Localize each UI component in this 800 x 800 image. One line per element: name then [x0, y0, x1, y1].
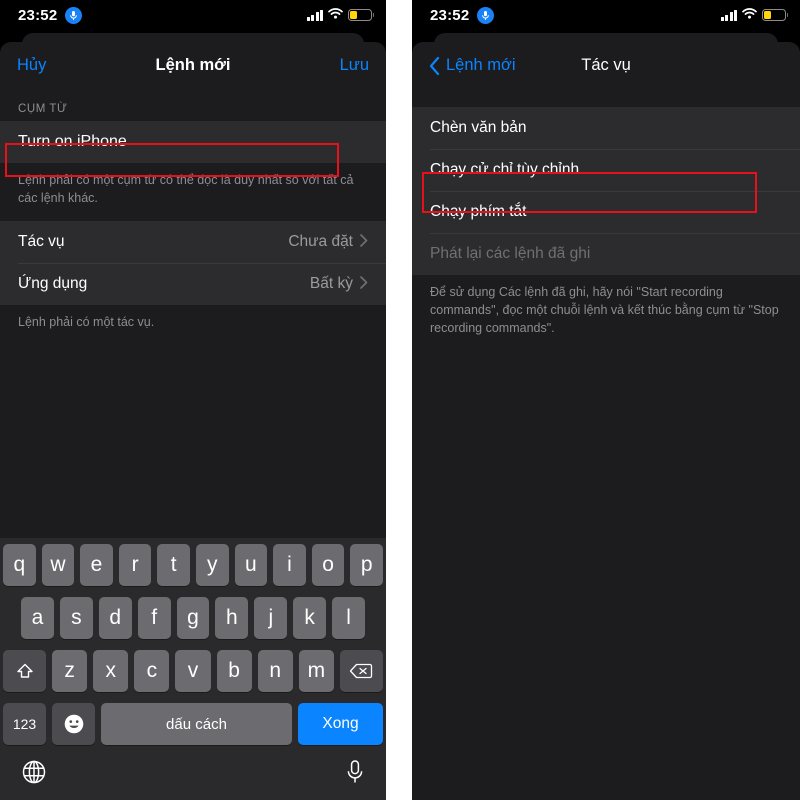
status-bar-left: 23:52: [0, 0, 386, 30]
list-item-label: Chèn văn bản: [430, 119, 527, 136]
row-app-label: Ứng dụng: [18, 275, 88, 293]
left-phone-screen: 23:52 Hủy Lệnh mới Lưu CỤM TỪ Turn on iP…: [0, 0, 386, 800]
key-s[interactable]: s: [59, 597, 93, 639]
list-item-insert-text[interactable]: Chèn văn bản: [412, 107, 800, 149]
key-i[interactable]: i: [273, 544, 306, 586]
key-k[interactable]: k: [293, 597, 327, 639]
nav-bar-left: Hủy Lệnh mới Lưu: [0, 42, 386, 89]
right-phone-screen: 23:52 Lệnh mới Tác vụ Chèn văn bản Chạy …: [412, 0, 800, 800]
status-bar-time: 23:52: [18, 6, 58, 24]
list-item-run-shortcut[interactable]: Chạy phím tắt: [412, 191, 800, 233]
key-c[interactable]: c: [134, 650, 170, 692]
sheet-peek: [412, 30, 800, 48]
key-x[interactable]: x: [93, 650, 129, 692]
nav-bar-right: Lệnh mới Tác vụ: [412, 42, 800, 89]
chevron-right-icon: [360, 276, 368, 292]
battery-low-icon: [762, 9, 789, 21]
shift-icon[interactable]: [3, 650, 46, 692]
list-item-run-custom-gesture[interactable]: Chạy cử chỉ tùy chỉnh: [412, 149, 800, 191]
key-l[interactable]: l: [332, 597, 366, 639]
screenshot-stage: 23:52 Hủy Lệnh mới Lưu CỤM TỪ Turn on iP…: [0, 0, 800, 800]
status-bar-time: 23:52: [430, 6, 470, 24]
key-u[interactable]: u: [234, 544, 268, 586]
battery-low-icon: [348, 9, 375, 21]
rows-footnote: Lệnh phải có một tác vụ.: [0, 305, 386, 346]
key-r[interactable]: r: [118, 544, 152, 586]
wifi-icon: [328, 6, 343, 24]
microphone-icon: [65, 6, 83, 24]
done-key[interactable]: Xong: [298, 703, 383, 745]
save-button[interactable]: Lưu: [340, 56, 369, 75]
phrase-input[interactable]: [18, 133, 368, 151]
key-b[interactable]: b: [216, 650, 252, 692]
list-item-label: Phát lại các lệnh đã ghi: [430, 245, 591, 262]
globe-icon[interactable]: [21, 759, 47, 790]
status-bar-right: 23:52: [412, 0, 800, 30]
status-bar-indicators: [720, 6, 789, 24]
key-h[interactable]: h: [215, 597, 249, 639]
right-content: Chèn văn bản Chạy cử chỉ tùy chỉnh Chạy …: [412, 89, 800, 800]
row-task-value: Chưa đặt: [288, 233, 353, 251]
sheet-peek: [0, 30, 386, 48]
cancel-button[interactable]: Hủy: [17, 56, 46, 75]
back-button[interactable]: Lệnh mới: [429, 56, 516, 75]
backspace-icon[interactable]: [339, 650, 383, 692]
key-j[interactable]: j: [254, 597, 288, 639]
wifi-icon: [742, 6, 757, 24]
list-item-label: Chạy phím tắt: [430, 203, 527, 220]
keyboard-bottom-bar: [3, 756, 383, 800]
keyboard-row-4: 123 dấu cách Xong: [3, 703, 383, 745]
row-app-value: Bất kỳ: [309, 275, 353, 293]
list-item-label: Chạy cử chỉ tùy chỉnh: [430, 161, 580, 178]
cellular-signal-icon: [306, 9, 323, 21]
emoji-icon[interactable]: [52, 703, 95, 745]
back-button-label[interactable]: Lệnh mới: [446, 56, 516, 75]
chevron-left-icon: [429, 56, 440, 75]
dictation-microphone-icon[interactable]: [345, 759, 365, 790]
key-g[interactable]: g: [176, 597, 210, 639]
key-v[interactable]: v: [175, 650, 211, 692]
key-q[interactable]: q: [3, 544, 36, 586]
status-bar-indicators: [306, 6, 375, 24]
key-f[interactable]: f: [137, 597, 171, 639]
numbers-key[interactable]: 123: [3, 703, 46, 745]
onscreen-keyboard: q w e r t y u i o p a s d f g h j k l z …: [0, 538, 386, 800]
list-item-replay-recorded-commands[interactable]: Phát lại các lệnh đã ghi: [412, 233, 800, 275]
keyboard-row-2: a s d f g h j k l: [3, 597, 383, 639]
key-w[interactable]: w: [41, 544, 75, 586]
right-footnote: Để sử dụng Các lệnh đã ghi, hãy nói "Sta…: [412, 275, 800, 352]
row-app[interactable]: Ứng dụng Bất kỳ: [0, 263, 386, 306]
row-task-label: Tác vụ: [18, 233, 65, 251]
phrase-footnote: Lệnh phải có một cụm từ có thể đọc là du…: [0, 163, 386, 222]
key-o[interactable]: o: [311, 544, 345, 586]
key-n[interactable]: n: [257, 650, 293, 692]
phrase-field-cell[interactable]: [0, 121, 386, 163]
space-key[interactable]: dấu cách: [101, 703, 292, 745]
key-t[interactable]: t: [157, 544, 190, 586]
phrase-group-header: CỤM TỪ: [18, 103, 68, 115]
key-m[interactable]: m: [298, 650, 334, 692]
list-top-gap: [412, 89, 800, 107]
key-d[interactable]: d: [98, 597, 132, 639]
key-z[interactable]: z: [52, 650, 88, 692]
keyboard-row-1: q w e r t y u i o p: [3, 544, 383, 586]
cellular-signal-icon: [720, 9, 737, 21]
chevron-right-icon: [360, 234, 368, 250]
key-p[interactable]: p: [350, 544, 383, 586]
keyboard-row-3: z x c v b n m: [3, 650, 383, 692]
microphone-icon: [477, 6, 495, 24]
key-e[interactable]: e: [80, 544, 113, 586]
page-title: Lệnh mới: [155, 56, 231, 74]
row-task[interactable]: Tác vụ Chưa đặt: [0, 221, 386, 264]
key-a[interactable]: a: [21, 597, 54, 639]
key-y[interactable]: y: [196, 544, 229, 586]
